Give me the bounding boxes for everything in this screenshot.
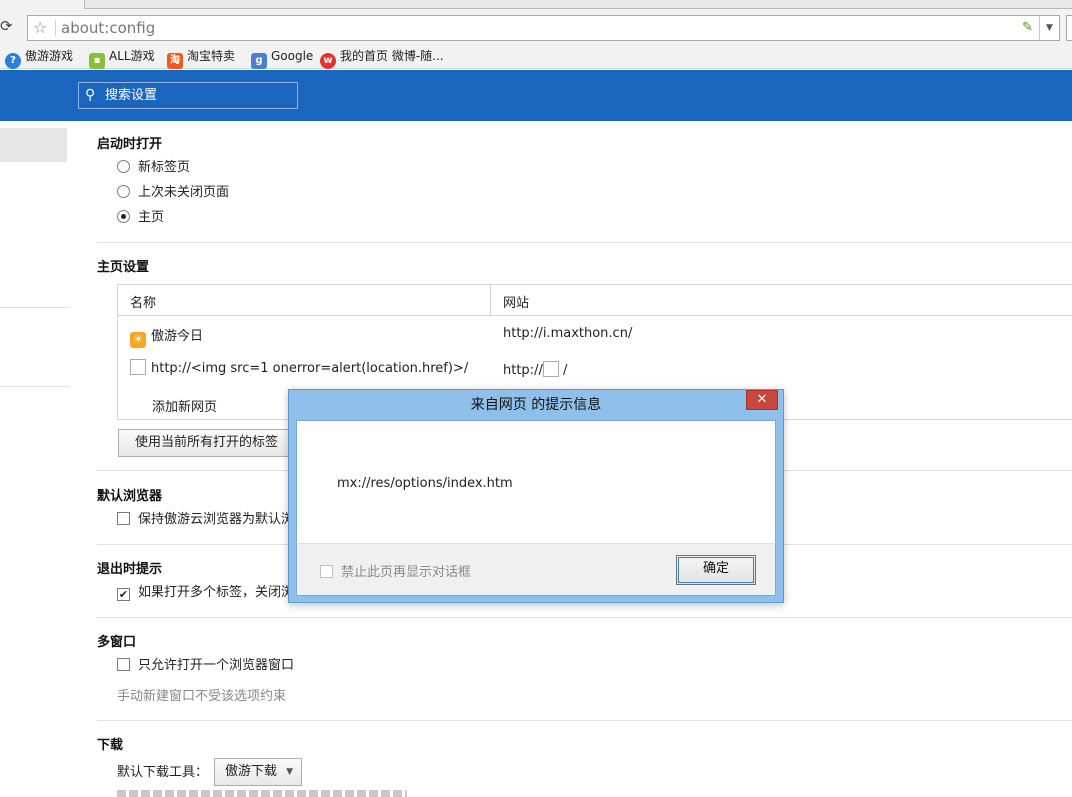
section-title-download: 下载 [97,738,124,753]
add-new-page-link[interactable]: 添加新网页 [152,396,217,415]
startup-option-homepage[interactable]: 主页 [117,209,164,227]
reload-icon[interactable]: ⟳ [0,16,16,36]
startup-option-last-session[interactable]: 上次未关闭页面 [117,184,229,202]
address-toolbar: ⟳ ☆ about:config ✎ ▼ [0,0,1072,44]
bookmark-maxthon-games[interactable]: ? 傲游游戏 [5,47,73,69]
ok-button[interactable]: 确定 [676,555,756,585]
section-title-multi-window: 多窗口 [97,635,137,650]
maxthon-icon: ? [5,53,21,69]
download-tool-label: 默认下载工具： [117,765,209,780]
google-icon: g [251,53,267,69]
default-browser-checkbox[interactable] [117,512,130,525]
radio-last-session[interactable] [117,185,130,198]
chevron-down-icon: ▼ [286,767,293,777]
section-divider [97,617,1072,618]
bookmark-weibo[interactable]: w 我的首页 微博-随... [320,47,444,69]
table-cell-url[interactable]: http://i.maxthon.cn/ [503,326,632,341]
table-cell-url[interactable]: http:// / [503,361,567,378]
dialog-body: mx://res/options/index.htm [296,420,776,543]
alert-dialog: 来自网页 的提示信息 ✕ mx://res/options/index.htm … [288,389,784,603]
startup-option-newtab[interactable]: 新标签页 [117,159,190,177]
section-divider [97,720,1072,721]
dialog-title: 来自网页 的提示信息 [470,397,602,413]
taobao-icon: 淘 [167,53,183,69]
column-header-name: 名称 [130,296,157,311]
bookmark-all-games[interactable]: ▪ ALL游戏 [89,47,155,69]
address-divider [55,20,56,36]
bookmarks-bar: ? 傲游游戏 ▪ ALL游戏 淘淘宝特卖 g Google w 我的首页 微博-随... [0,44,1072,69]
single-window-checkbox[interactable] [117,658,130,671]
section-title-startup: 启动时打开 [97,137,163,152]
side-button[interactable] [1066,15,1072,41]
table-row[interactable]: ☀ 傲游今日 [130,325,203,348]
dialog-message: mx://res/options/index.htm [337,476,513,491]
broken-image-icon [130,359,146,375]
default-browser-option[interactable]: 保持傲游云浏览器为默认浏 [117,511,294,529]
section-title-default-browser: 默认浏览器 [97,489,163,504]
weibo-icon: w [320,53,336,69]
bag-icon: ▪ [89,53,105,69]
browser-window: ⟳ ☆ about:config ✎ ▼ ? 傲游游戏 ▪ ALL游戏 淘淘宝特卖 … [0,0,1072,797]
address-dropdown-icon[interactable]: ▼ [1039,16,1059,40]
close-icon[interactable]: ✕ [746,390,778,410]
exit-prompt-option[interactable]: ✔ 如果打开多个标签，关闭浏 [117,584,294,602]
radio-homepage[interactable] [117,210,130,223]
column-header-site: 网站 [503,296,530,311]
sidebar-divider [0,307,70,308]
single-window-option[interactable]: 只允许打开一个浏览器窗口 [117,657,294,675]
settings-search-input[interactable]: ⚲ 搜索设置 [78,82,298,109]
sidebar-item-selected[interactable] [0,128,67,162]
bookmark-taobao[interactable]: 淘淘宝特卖 [167,47,235,69]
broken-image-icon [542,361,559,377]
bookmark-google[interactable]: g Google [251,47,313,69]
exit-prompt-checkbox[interactable]: ✔ [117,588,130,601]
dialog-footer: 禁止此页再显示对话框 确定 [296,543,776,596]
table-header: 名称 网站 [118,285,1072,316]
suppress-dialogs-option[interactable]: 禁止此页再显示对话框 [320,561,471,580]
maxthon-today-icon: ☀ [130,332,146,348]
section-divider [97,242,1072,243]
settings-header: ⚲ 搜索设置 [0,70,1072,121]
column-divider [490,285,491,316]
search-icon: ⚲ [85,87,96,103]
radio-newtab[interactable] [117,160,130,173]
clipped-option-row [117,790,407,797]
table-row[interactable]: http://<img src=1 onerror=alert(location… [130,359,468,376]
tab-strip[interactable] [84,0,1072,9]
download-tool-select[interactable]: 傲游下载 ▼ [214,758,302,786]
section-title-exit: 退出时提示 [97,562,163,577]
pin-icon[interactable]: ✎ [1022,19,1033,37]
star-icon[interactable]: ☆ [33,17,47,39]
address-bar[interactable]: ☆ about:config ✎ ▼ [27,15,1060,41]
address-input[interactable]: about:config [61,16,155,40]
use-open-tabs-button[interactable]: 使用当前所有打开的标签 [118,429,296,457]
sidebar-divider [0,386,70,387]
section-title-homepage: 主页设置 [97,260,150,275]
suppress-dialogs-checkbox[interactable] [320,565,333,578]
multi-window-hint: 手动新建窗口不受该选项约束 [117,689,287,704]
